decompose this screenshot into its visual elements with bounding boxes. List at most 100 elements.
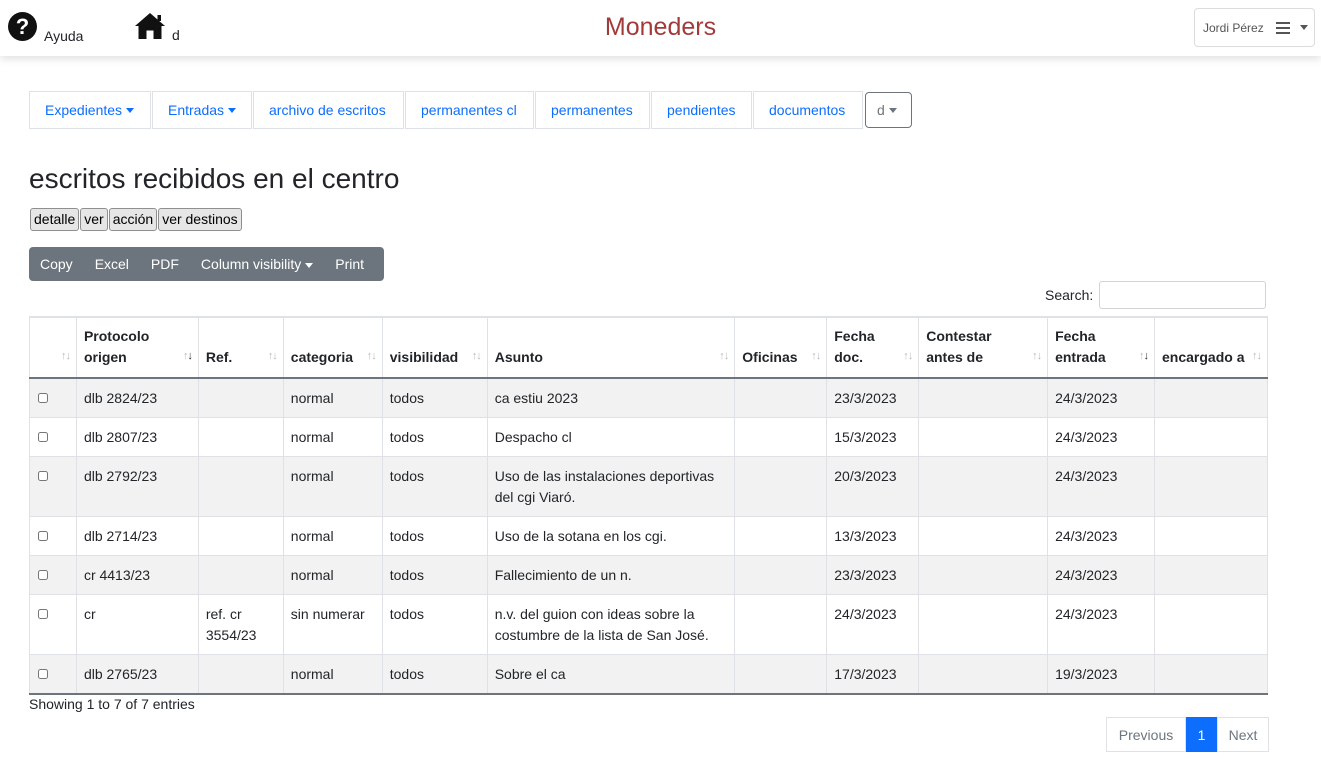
row-checkbox[interactable] xyxy=(38,393,48,403)
table-row[interactable]: dlb 2824/23 normal todos ca estiu 2023 23/3/… xyxy=(29,377,1268,418)
hamburger-icon xyxy=(1275,21,1290,34)
column-header[interactable]: encargado a ↑↓ xyxy=(1154,316,1268,379)
table-row[interactable]: cr 4413/23 normal todos Fallecimiento de un… xyxy=(29,555,1268,595)
table-cell xyxy=(197,417,284,457)
table-cell: normal xyxy=(282,555,383,595)
row-checkbox[interactable] xyxy=(38,432,48,442)
app-title: Moneders xyxy=(604,13,717,41)
column-header[interactable]: Fecha doc. ↑↓ xyxy=(826,316,920,379)
row-checkbox[interactable] xyxy=(38,531,48,541)
page-1-button[interactable]: 1 xyxy=(1186,717,1217,752)
user-menu-dropdown[interactable]: Jordi Pérez xyxy=(1194,8,1315,47)
table-cell xyxy=(734,516,828,556)
table-cell xyxy=(1154,456,1268,517)
table-row[interactable]: dlb 2792/23 normal todos Uso de las instala… xyxy=(29,456,1268,517)
chevron-down-icon xyxy=(126,107,135,113)
column-header[interactable]: Ref. ↑↓ xyxy=(197,316,284,379)
tab-label: permanentes xyxy=(551,102,633,118)
tab-documentos[interactable]: documentos xyxy=(753,91,863,129)
table-cell xyxy=(734,417,828,457)
tab-label: Expedientes xyxy=(45,102,123,118)
table-cell: Despacho cl xyxy=(486,417,736,457)
table-cell: normal xyxy=(282,417,383,457)
row-select-cell xyxy=(29,516,77,556)
next-page-button[interactable]: Next xyxy=(1217,717,1269,752)
table-cell xyxy=(1154,417,1268,457)
table-cell: todos xyxy=(381,377,488,418)
tab-expedientes[interactable]: Expedientes xyxy=(29,91,151,129)
table-cell: normal xyxy=(282,516,383,556)
table-cell: dlb 2714/23 xyxy=(75,516,199,556)
row-checkbox[interactable] xyxy=(38,471,48,481)
column-header[interactable]: Fecha entrada ↑↓ xyxy=(1047,316,1155,379)
table-cell xyxy=(1154,555,1268,595)
table-row[interactable]: dlb 2714/23 normal todos Uso de la sotana e… xyxy=(29,516,1268,556)
column-header-label: Oficinas xyxy=(742,349,798,365)
row-checkbox[interactable] xyxy=(38,669,48,679)
table-row[interactable]: dlb 2807/23 normal todos Despacho cl 15/3/20… xyxy=(29,417,1268,457)
detalle-button[interactable]: detalle xyxy=(30,208,80,231)
pdf-button[interactable]: PDF xyxy=(140,247,190,281)
search-input[interactable] xyxy=(1099,281,1267,309)
table-body: dlb 2824/23 normal todos ca estiu 2023 23/3/… xyxy=(29,377,1268,695)
table-cell xyxy=(918,654,1049,695)
row-select-cell xyxy=(29,417,77,457)
excel-button[interactable]: Excel xyxy=(84,247,140,281)
column-header[interactable]: Asunto ↑↓ xyxy=(486,316,736,379)
tab-archivo-de-escritos[interactable]: archivo de escritos xyxy=(253,91,404,129)
table-cell: 24/3/2023 xyxy=(826,594,920,655)
column-header[interactable]: categoria ↑↓ xyxy=(282,316,383,379)
table-cell: 24/3/2023 xyxy=(1047,555,1155,595)
table-row[interactable]: dlb 2765/23 normal todos Sobre el ca 17/3/20… xyxy=(29,654,1268,695)
row-select-cell xyxy=(29,377,77,418)
table-cell: dlb 2765/23 xyxy=(75,654,199,695)
column-header-label: Asunto xyxy=(494,349,543,365)
column-header[interactable]: Contestar antes de ↑↓ xyxy=(918,316,1049,379)
ver-button[interactable]: ver xyxy=(80,208,108,231)
table-cell xyxy=(918,377,1049,418)
column-header[interactable]: Protocolo origen ↑↓ xyxy=(75,316,199,379)
table-cell xyxy=(918,555,1049,595)
table-cell: 24/3/2023 xyxy=(1047,594,1155,655)
ver-destinos-button[interactable]: ver destinos xyxy=(158,208,242,231)
search-label: Search: xyxy=(1045,287,1094,303)
tab-d-dropdown[interactable]: d xyxy=(865,92,912,128)
sort-icon: ↑↓ xyxy=(182,350,193,362)
table-cell: 15/3/2023 xyxy=(826,417,920,457)
sort-icon: ↑↓ xyxy=(471,350,482,362)
table-cell: 24/3/2023 xyxy=(1047,377,1155,418)
table-cell: Uso de la sotana en los cgi. xyxy=(486,516,736,556)
sort-icon: ↑↓ xyxy=(903,350,913,362)
accion-button[interactable]: acción xyxy=(108,208,158,231)
table-cell xyxy=(1154,594,1268,655)
tab-permanentes[interactable]: permanentes xyxy=(535,91,650,129)
tab-label: Entradas xyxy=(168,102,225,118)
copy-button[interactable]: Copy xyxy=(29,247,84,281)
previous-page-button[interactable]: Previous xyxy=(1106,717,1186,752)
table-cell: cr xyxy=(75,594,199,655)
table-cell xyxy=(197,516,284,556)
table-cell: 13/3/2023 xyxy=(826,516,920,556)
table-cell xyxy=(197,555,284,595)
tab-pendientes[interactable]: pendientes xyxy=(651,91,752,129)
table-cell xyxy=(734,594,828,655)
row-checkbox[interactable] xyxy=(38,570,48,580)
row-select-cell xyxy=(29,594,77,655)
tab-permanentes-cl[interactable]: permanentes cl xyxy=(405,91,534,129)
table-cell xyxy=(1154,654,1268,695)
column-header[interactable]: ↑↓ xyxy=(29,316,77,379)
column-header[interactable]: Oficinas ↑↓ xyxy=(734,316,828,379)
table-row[interactable]: cr ref. cr 3554/23 sin numerar todos n.v. de… xyxy=(29,594,1268,655)
column-header[interactable]: visibilidad ↑↓ xyxy=(381,316,488,379)
chevron-down-icon xyxy=(1299,25,1308,30)
row-checkbox[interactable] xyxy=(38,609,48,619)
table-cell: 20/3/2023 xyxy=(826,456,920,517)
table-cell: Fallecimiento de un n. xyxy=(486,555,736,595)
user-name: Jordi Pérez xyxy=(1203,20,1264,35)
tab-label: archivo de escritos xyxy=(269,102,386,118)
table-cell xyxy=(734,456,828,517)
print-button[interactable]: Print xyxy=(324,247,375,281)
column-visibility-button[interactable]: Column visibility xyxy=(190,247,324,281)
tab-label: documentos xyxy=(769,102,846,118)
tab-entradas[interactable]: Entradas xyxy=(152,91,252,129)
